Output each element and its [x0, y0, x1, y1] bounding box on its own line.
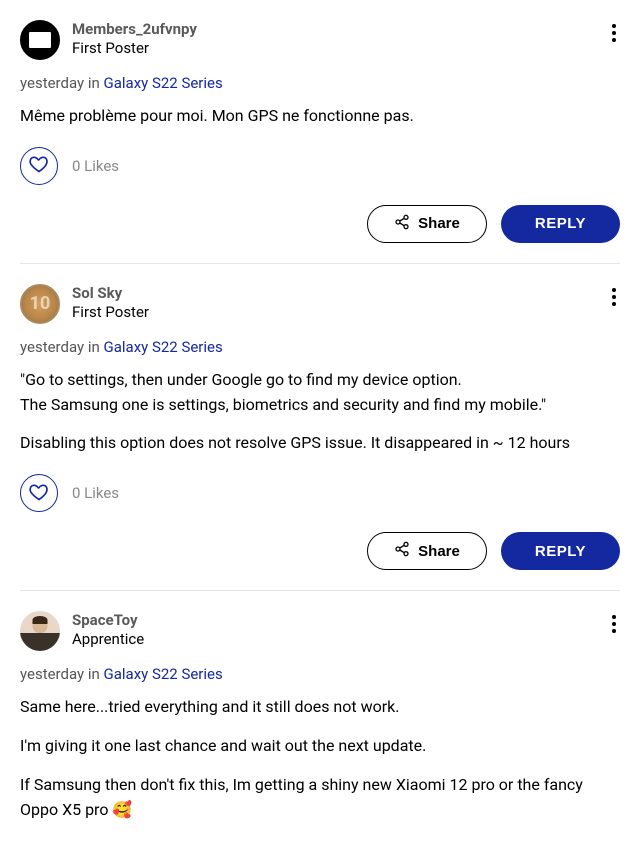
- username[interactable]: Sol Sky: [72, 284, 608, 302]
- forum-post: Members_2ufvnpyFirst Poster yesterday in …: [0, 0, 640, 263]
- post-options-icon[interactable]: [608, 284, 620, 310]
- post-meta: yesterday in Galaxy S22 Series: [20, 74, 620, 92]
- user-info: Sol SkyFirst Poster: [72, 284, 608, 321]
- post-meta: yesterday in Galaxy S22 Series: [20, 338, 620, 356]
- post-paragraph: Même problème pour moi. Mon GPS ne fonct…: [20, 104, 620, 129]
- share-label: Share: [418, 543, 460, 560]
- share-icon: [394, 214, 410, 234]
- post-paragraph: "Go to settings, then under Google go to…: [20, 368, 620, 418]
- post-paragraph: If Samsung then don't fix this, Im getti…: [20, 773, 620, 823]
- like-count[interactable]: 0 Likes: [72, 157, 119, 175]
- heart-icon: [29, 482, 49, 505]
- heart-icon: [29, 154, 49, 177]
- share-button[interactable]: Share: [367, 532, 487, 570]
- post-actions: Share REPLY: [20, 532, 620, 570]
- username[interactable]: SpaceToy: [72, 611, 608, 629]
- like-count[interactable]: 0 Likes: [72, 484, 119, 502]
- likes-row: 0 Likes: [20, 474, 620, 512]
- category-link[interactable]: Galaxy S22 Series: [104, 338, 223, 356]
- post-body: "Go to settings, then under Google go to…: [20, 368, 620, 456]
- category-link[interactable]: Galaxy S22 Series: [104, 74, 223, 92]
- share-button[interactable]: Share: [367, 205, 487, 243]
- forum-post: 10 Sol SkyFirst Poster yesterday in Galaxy…: [0, 264, 640, 590]
- user-rank: Apprentice: [72, 630, 608, 648]
- like-button[interactable]: [20, 474, 58, 512]
- username[interactable]: Members_2ufvnpy: [72, 20, 608, 38]
- reply-button[interactable]: REPLY: [501, 205, 620, 243]
- post-options-icon[interactable]: [608, 611, 620, 637]
- meta-in-label: in: [88, 665, 100, 683]
- post-actions: Share REPLY: [20, 205, 620, 243]
- user-rank: First Poster: [72, 39, 608, 57]
- avatar[interactable]: [20, 20, 60, 60]
- avatar[interactable]: [20, 611, 60, 651]
- reply-button[interactable]: REPLY: [501, 532, 620, 570]
- post-body: Same here...tried everything and it stil…: [20, 695, 620, 822]
- post-header: Members_2ufvnpyFirst Poster: [20, 20, 620, 60]
- likes-row: 0 Likes: [20, 147, 620, 185]
- post-options-icon[interactable]: [608, 20, 620, 46]
- post-meta: yesterday in Galaxy S22 Series: [20, 665, 620, 683]
- meta-in-label: in: [88, 74, 100, 92]
- post-paragraph: Disabling this option does not resolve G…: [20, 431, 620, 456]
- user-rank: First Poster: [72, 303, 608, 321]
- post-paragraph: Same here...tried everything and it stil…: [20, 695, 620, 720]
- post-header: 10 Sol SkyFirst Poster: [20, 284, 620, 324]
- post-time: yesterday: [20, 74, 84, 92]
- share-icon: [394, 541, 410, 561]
- user-info: Members_2ufvnpyFirst Poster: [72, 20, 608, 57]
- post-paragraph: I'm giving it one last chance and wait o…: [20, 734, 620, 759]
- share-label: Share: [418, 215, 460, 232]
- post-header: SpaceToyApprentice: [20, 611, 620, 651]
- category-link[interactable]: Galaxy S22 Series: [104, 665, 223, 683]
- forum-post: SpaceToyApprentice yesterday in Galaxy S2…: [0, 591, 640, 860]
- post-time: yesterday: [20, 338, 84, 356]
- post-body: Même problème pour moi. Mon GPS ne fonct…: [20, 104, 620, 129]
- user-info: SpaceToyApprentice: [72, 611, 608, 648]
- meta-in-label: in: [88, 338, 100, 356]
- post-time: yesterday: [20, 665, 84, 683]
- like-button[interactable]: [20, 147, 58, 185]
- avatar[interactable]: 10: [20, 284, 60, 324]
